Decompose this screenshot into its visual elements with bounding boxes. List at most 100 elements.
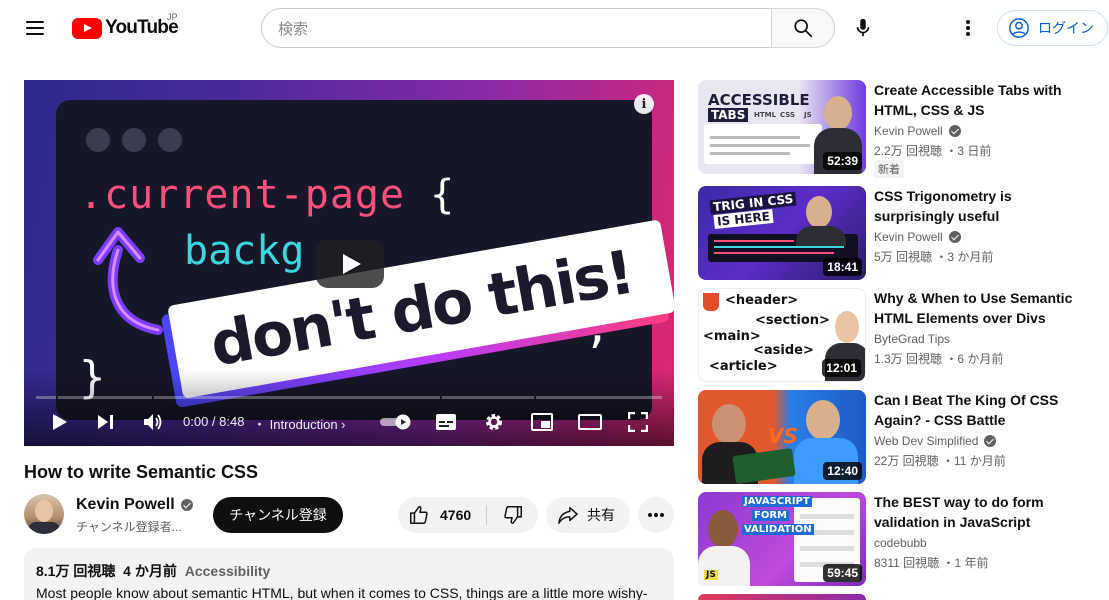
login-button[interactable]: ログイン xyxy=(997,10,1108,46)
thumbnail xyxy=(698,594,866,600)
youtube-logo[interactable]: YouTube xyxy=(72,16,179,40)
verified-icon xyxy=(948,125,961,137)
large-play-button[interactable] xyxy=(316,240,384,288)
next-icon[interactable] xyxy=(94,410,118,434)
hashtag[interactable]: Accessibility xyxy=(185,563,271,579)
verified-icon xyxy=(984,435,997,447)
fullscreen-icon[interactable] xyxy=(626,410,650,434)
window-dot xyxy=(158,128,182,152)
thumb-text: ACCESSIBLE xyxy=(708,91,810,109)
recommendation-item[interactable]: JAVASCRIPT FORM VALIDATION JS 59:45 The … xyxy=(698,492,1098,586)
search-input[interactable]: 検索 xyxy=(261,8,772,48)
thumb-text: CSS xyxy=(780,111,796,119)
description-box[interactable]: 8.1万 回視聴 4 か月前 Accessibility Most people… xyxy=(24,548,674,600)
channel-name[interactable]: Kevin Powell xyxy=(76,496,193,514)
thumbnail: ACCESSIBLE TABS HTML CSS JS 52:39 xyxy=(698,80,866,174)
video-player[interactable]: .current-page { backg ; } don't do this!… xyxy=(24,80,674,446)
subscribe-button[interactable]: チャンネル登録 xyxy=(213,497,343,533)
thumbnail: VS 12:40 xyxy=(698,390,866,484)
thumb-text: JS xyxy=(704,570,718,580)
thumb-text: FORM xyxy=(752,510,789,521)
voice-search-button[interactable] xyxy=(845,10,881,46)
duration-badge: 12:01 xyxy=(822,359,861,377)
theater-icon[interactable] xyxy=(577,410,603,434)
chapter-marker xyxy=(440,396,442,399)
view-count: 8.1万 回視聴 xyxy=(36,563,116,579)
more-vert-icon xyxy=(966,20,970,36)
rec-title: Can I Beat The King Of CSS Again? - CSS … xyxy=(874,392,1059,428)
dislike-button[interactable] xyxy=(487,497,538,533)
chapter-title[interactable]: ・ Introduction › xyxy=(253,414,346,433)
rec-meta: 22万 回視聴 ・11 か月前 xyxy=(874,454,1006,468)
recommendation-item[interactable]: VS 12:40 Can I Beat The King Of CSS Agai… xyxy=(698,390,1098,484)
like-count: 4760 xyxy=(440,507,472,523)
chapter-marker xyxy=(152,396,154,399)
rec-title: The BEST way to do form validation in Ja… xyxy=(874,494,1044,530)
subtitles-icon[interactable] xyxy=(434,410,458,434)
description-meta: 8.1万 回視聴 4 か月前 Accessibility xyxy=(36,561,662,581)
menu-icon[interactable] xyxy=(22,14,50,42)
chapter-marker xyxy=(56,396,58,399)
window-dot xyxy=(122,128,146,152)
duration-badge: 12:40 xyxy=(823,462,862,480)
settings-icon[interactable] xyxy=(482,410,506,434)
duration-badge: 52:39 xyxy=(823,152,862,170)
thumb-text: TABS xyxy=(708,108,749,122)
thumb-text: JAVASCRIPT xyxy=(742,496,812,507)
play-icon[interactable] xyxy=(48,410,72,434)
thumbnail: JAVASCRIPT FORM VALIDATION JS 59:45 xyxy=(698,492,866,586)
logo-region: JP xyxy=(167,12,178,22)
player-controls: 0:00 / 8:48 ・ Introduction › xyxy=(24,406,674,438)
thumb-text: <header> xyxy=(725,293,799,308)
miniplayer-icon[interactable] xyxy=(530,410,554,434)
like-icon xyxy=(410,506,428,524)
duration-badge: 18:41 xyxy=(823,258,862,276)
upload-age: 4 か月前 xyxy=(123,563,177,579)
masthead: YouTube JP 検索 ログイン xyxy=(0,0,1109,56)
description-text: Most people know about semantic HTML, bu… xyxy=(36,585,648,600)
new-badge: 新着 xyxy=(874,160,904,178)
channel-subscribers: チャンネル登録者... xyxy=(76,520,182,534)
rec-channel: codebubb xyxy=(874,536,927,550)
thumb-text: HTML xyxy=(754,111,777,119)
dislike-icon xyxy=(503,506,522,524)
thumb-text: <aside> xyxy=(753,343,814,358)
share-label: 共有 xyxy=(587,507,615,523)
rec-meta: 5万 回視聴 ・3 か月前 xyxy=(874,250,994,264)
rec-meta: 8311 回視聴 ・1 年前 xyxy=(874,556,989,570)
thumb-text: VS xyxy=(768,424,798,448)
rec-channel: Web Dev Simplified xyxy=(874,434,997,448)
recommendation-item[interactable]: ACCESSIBLE TABS HTML CSS JS 52:39 Create… xyxy=(698,80,1098,178)
rec-channel: Kevin Powell xyxy=(874,230,961,244)
settings-more-button[interactable] xyxy=(952,12,984,44)
duration-badge: 59:45 xyxy=(823,564,862,582)
thumb-text: <article> xyxy=(709,359,778,374)
like-button[interactable]: 4760 xyxy=(398,497,486,533)
progress-bar[interactable] xyxy=(36,396,662,399)
rec-title: Create Accessible Tabs with HTML, CSS & … xyxy=(874,82,1062,118)
info-icon[interactable]: i xyxy=(634,94,654,114)
code-selector: .current-page { xyxy=(79,172,456,218)
thumbnail: <header> <section> <main> <aside> <artic… xyxy=(698,288,866,382)
time-display: 0:00 / 8:48 xyxy=(183,414,245,429)
share-icon xyxy=(558,507,578,524)
share-button[interactable]: 共有 xyxy=(546,497,630,533)
like-dislike-group: 4760 xyxy=(398,497,538,533)
recommendation-item[interactable]: TRIG IN CSS IS HERE 18:41 CSS Trigonomet… xyxy=(698,186,1098,280)
volume-icon[interactable] xyxy=(141,410,165,434)
recommendation-item[interactable]: <header> <section> <main> <aside> <artic… xyxy=(698,288,1098,382)
search-button[interactable] xyxy=(771,8,835,48)
avatar[interactable] xyxy=(24,494,64,534)
thumbnail: TRIG IN CSS IS HERE 18:41 xyxy=(698,186,866,280)
youtube-logo-icon xyxy=(72,17,102,39)
rec-channel: Kevin Powell xyxy=(874,124,961,138)
window-dot xyxy=(86,128,110,152)
verified-icon xyxy=(948,231,961,243)
more-actions-button[interactable] xyxy=(638,497,674,533)
mic-icon xyxy=(856,18,870,37)
rec-meta: 1.3万 回視聴 ・6 か月前 xyxy=(874,352,1004,366)
recommendation-item[interactable] xyxy=(698,594,1098,600)
thumb-text: JS xyxy=(804,111,812,119)
more-horiz-icon xyxy=(648,513,664,517)
autoplay-toggle[interactable] xyxy=(378,410,414,434)
